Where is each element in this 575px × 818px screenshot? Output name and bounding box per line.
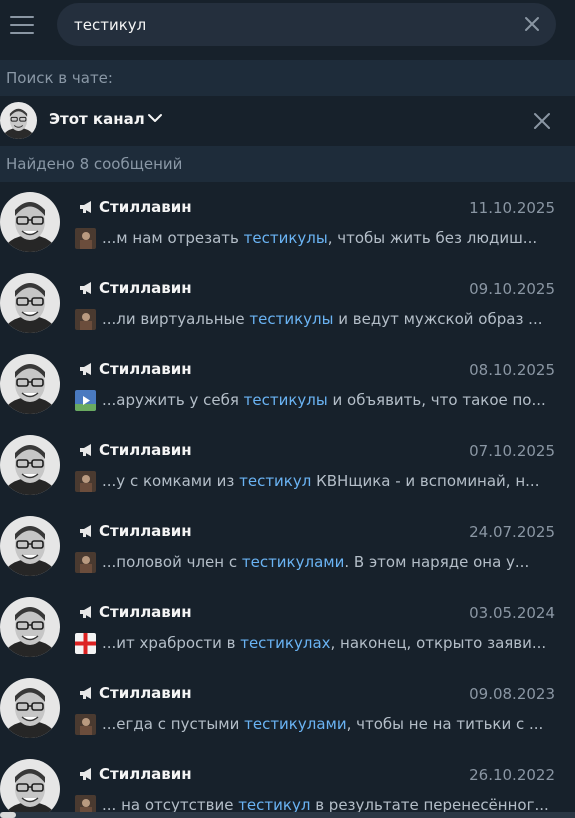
message-snippet: ...аружить у себя тестикулы и объявить, … bbox=[102, 391, 557, 409]
snippet-before: ...ли виртуальные bbox=[102, 310, 250, 328]
chevron-down-icon[interactable] bbox=[147, 113, 163, 123]
snippet-match: тестикулы bbox=[249, 310, 334, 328]
message-date: 11.10.2025 bbox=[469, 199, 555, 217]
search-result-item[interactable]: Стиллавин 09.08.2023 ...егда с пустыми т… bbox=[0, 668, 575, 749]
snippet-after: , наконец, открыто заяви... bbox=[330, 634, 547, 652]
menu-line bbox=[10, 24, 34, 26]
flag-thumb bbox=[75, 633, 96, 654]
channel-name: Стиллавин bbox=[99, 360, 192, 378]
channel-name: Стиллавин bbox=[99, 684, 192, 702]
search-result-item[interactable]: Стиллавин 03.05.2024 ...ит храбрости в т… bbox=[0, 587, 575, 668]
message-snippet: ...половой член с тестикулами. В этом на… bbox=[102, 553, 557, 571]
message-date: 03.05.2024 bbox=[469, 604, 555, 622]
message-snippet: ...у с комками из тестикул КВНщика - и в… bbox=[102, 472, 557, 490]
video-thumb bbox=[75, 390, 96, 411]
snippet-before: ...ит храбрости в bbox=[102, 634, 241, 652]
megaphone-icon bbox=[80, 363, 91, 375]
message-date: 26.10.2022 bbox=[469, 766, 555, 784]
avatar bbox=[0, 435, 60, 495]
snippet-match: тестикулами bbox=[244, 715, 347, 733]
megaphone-icon bbox=[80, 525, 91, 537]
message-date: 07.10.2025 bbox=[469, 442, 555, 460]
snippet-before: ...половой член с bbox=[102, 553, 242, 571]
snippet-after: . В этом наряде она у... bbox=[344, 553, 530, 571]
avatar bbox=[0, 192, 60, 252]
message-snippet: ...ит храбрости в тестикулах, наконец, о… bbox=[102, 634, 557, 652]
channel-name: Стиллавин bbox=[99, 198, 192, 216]
message-date: 24.07.2025 bbox=[469, 523, 555, 541]
snippet-match: тестикулы bbox=[243, 391, 328, 409]
search-result-item[interactable]: Стиллавин 26.10.2022 ... на отсутствие т… bbox=[0, 749, 575, 818]
snippet-after: и ведут мужской образ ... bbox=[333, 310, 543, 328]
photo-thumb bbox=[75, 309, 96, 330]
megaphone-icon bbox=[80, 687, 91, 699]
search-in-chat-label: Поиск в чате: bbox=[0, 60, 575, 96]
megaphone-icon bbox=[80, 444, 91, 456]
avatar bbox=[0, 273, 60, 333]
snippet-after: и объявить, что такое по... bbox=[327, 391, 546, 409]
search-results-list: Стиллавин 11.10.2025 ...м нам отрезать т… bbox=[0, 182, 575, 818]
snippet-before: ...у с комками из bbox=[102, 472, 240, 490]
photo-thumb bbox=[75, 471, 96, 492]
search-result-item[interactable]: Стиллавин 24.07.2025 ...половой член с т… bbox=[0, 506, 575, 587]
snippet-match: тестикулами bbox=[241, 553, 345, 571]
channel-name: Стиллавин bbox=[99, 441, 192, 459]
avatar bbox=[0, 597, 60, 657]
channel-name: Стиллавин bbox=[99, 603, 192, 621]
snippet-after: КВНщика - и вспоминай, н... bbox=[311, 472, 540, 490]
megaphone-icon bbox=[80, 282, 91, 294]
hamburger-menu-button[interactable] bbox=[10, 13, 34, 37]
horizontal-scrollbar[interactable] bbox=[0, 812, 575, 818]
channel-avatar bbox=[0, 102, 37, 139]
channel-name: Стиллавин bbox=[99, 279, 192, 297]
snippet-match: тестикулах bbox=[240, 634, 331, 652]
megaphone-icon bbox=[80, 606, 91, 618]
search-result-item[interactable]: Стиллавин 11.10.2025 ...м нам отрезать т… bbox=[0, 182, 575, 263]
message-date: 09.08.2023 bbox=[469, 685, 555, 703]
clear-search-icon[interactable] bbox=[524, 16, 540, 32]
snippet-match: тестикул bbox=[239, 472, 312, 490]
photo-thumb bbox=[75, 552, 96, 573]
snippet-after: , чтобы жить без людиш... bbox=[327, 229, 538, 247]
channel-name: Стиллавин bbox=[99, 522, 192, 540]
search-result-item[interactable]: Стиллавин 07.10.2025 ...у с комками из т… bbox=[0, 425, 575, 506]
close-icon[interactable] bbox=[533, 112, 551, 130]
menu-line bbox=[10, 32, 34, 34]
photo-thumb bbox=[75, 714, 96, 735]
photo-thumb bbox=[75, 228, 96, 249]
results-count-label: Найдено 8 сообщений bbox=[0, 146, 575, 182]
top-bar bbox=[0, 0, 575, 60]
avatar bbox=[0, 678, 60, 738]
megaphone-icon bbox=[80, 201, 91, 213]
scope-label[interactable]: Этот канал bbox=[49, 110, 145, 128]
message-date: 09.10.2025 bbox=[469, 280, 555, 298]
snippet-match: тестикулы bbox=[243, 229, 328, 247]
channel-name: Стиллавин bbox=[99, 765, 192, 783]
message-snippet: ...егда с пустыми тестикулами, чтобы не … bbox=[102, 715, 557, 733]
search-scope-row: Этот канал bbox=[0, 96, 575, 146]
menu-line bbox=[10, 16, 34, 18]
snippet-before: ...егда с пустыми bbox=[102, 715, 245, 733]
snippet-before: ...аружить у себя bbox=[102, 391, 244, 409]
message-date: 08.10.2025 bbox=[469, 361, 555, 379]
search-box bbox=[57, 3, 556, 46]
scrollbar-thumb[interactable] bbox=[0, 812, 16, 818]
snippet-after: , чтобы не на титьки с ... bbox=[346, 715, 544, 733]
message-snippet: ...м нам отрезать тестикулы, чтобы жить … bbox=[102, 229, 557, 247]
avatar bbox=[0, 354, 60, 414]
search-input[interactable] bbox=[74, 14, 514, 36]
avatar bbox=[0, 759, 60, 818]
search-result-item[interactable]: Стиллавин 09.10.2025 ...ли виртуальные т… bbox=[0, 263, 575, 344]
avatar bbox=[0, 516, 60, 576]
megaphone-icon bbox=[80, 768, 91, 780]
snippet-before: ...м нам отрезать bbox=[102, 229, 244, 247]
message-snippet: ...ли виртуальные тестикулы и ведут мужс… bbox=[102, 310, 557, 328]
search-result-item[interactable]: Стиллавин 08.10.2025 ...аружить у себя т… bbox=[0, 344, 575, 425]
